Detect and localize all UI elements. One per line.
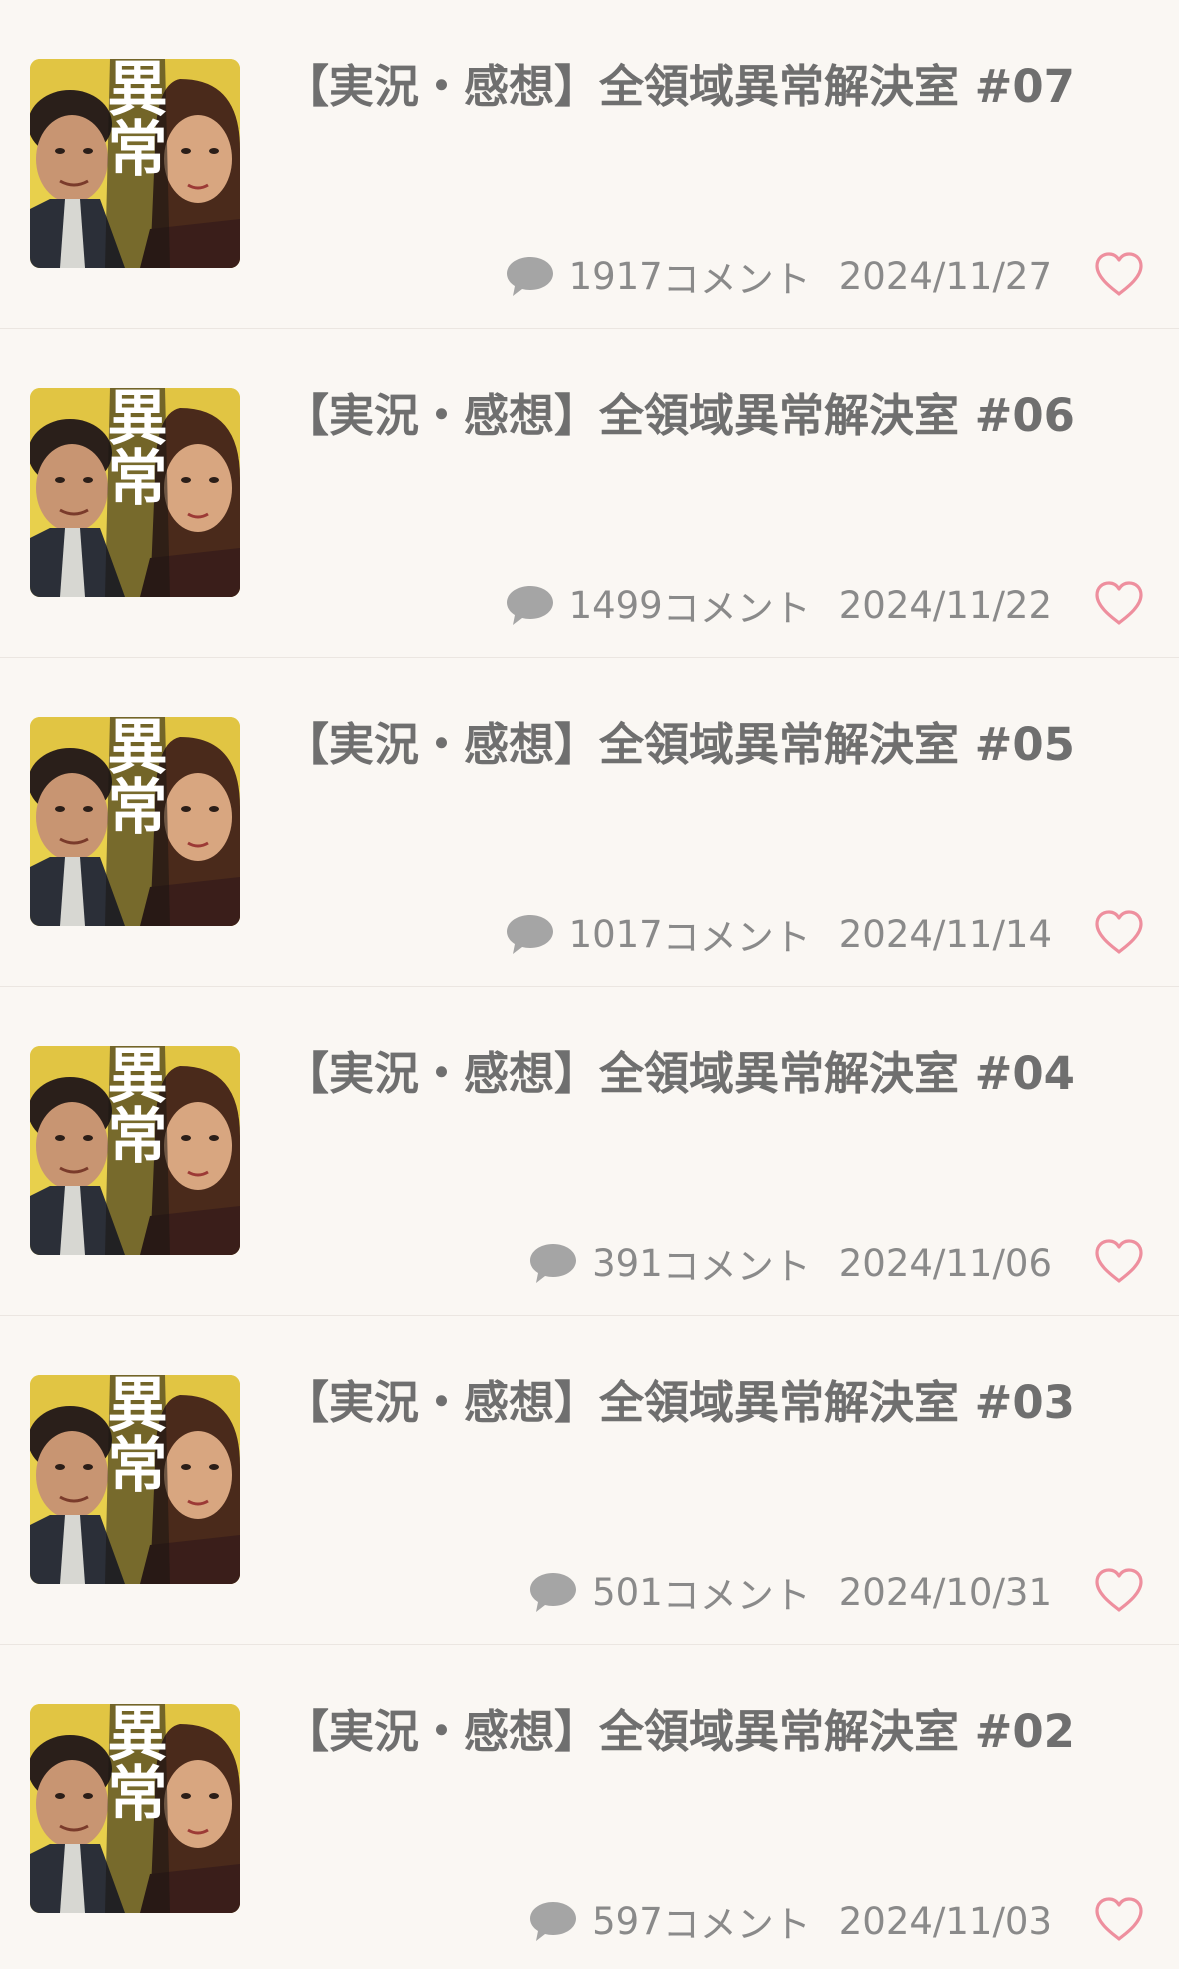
thread-row[interactable]: 異常 【実況・感想】全領域異常解決室 #07 1917 コメント 2024/11… <box>0 0 1179 329</box>
thumbnail-title-text: 異常 <box>97 59 167 177</box>
comment-count: 391 <box>592 1241 663 1285</box>
heart-outline-icon[interactable] <box>1093 579 1145 627</box>
thread-list: 異常 【実況・感想】全領域異常解決室 #07 1917 コメント 2024/11… <box>0 0 1179 1969</box>
comment-count: 1917 <box>568 254 663 298</box>
thread-meta: 1917 コメント 2024/11/27 <box>505 250 1052 302</box>
thread-row[interactable]: 異常 【実況・感想】全領域異常解決室 #04 391 コメント 2024/11/… <box>0 987 1179 1316</box>
speech-bubble-icon <box>505 583 555 627</box>
comment-count: 501 <box>592 1570 663 1614</box>
thread-thumbnail: 異常 <box>30 59 240 268</box>
comment-unit-label: コメント <box>662 587 811 630</box>
thread-meta: 1499 コメント 2024/11/22 <box>505 579 1052 631</box>
speech-bubble-icon <box>528 1899 578 1943</box>
thread-thumbnail: 異常 <box>30 1375 240 1584</box>
thread-meta: 501 コメント 2024/10/31 <box>528 1566 1052 1618</box>
thread-title[interactable]: 【実況・感想】全領域異常解決室 #06 <box>284 379 1075 444</box>
thread-thumbnail: 異常 <box>30 717 240 926</box>
thread-title[interactable]: 【実況・感想】全領域異常解決室 #02 <box>284 1695 1075 1760</box>
thread-title[interactable]: 【実況・感想】全領域異常解決室 #04 <box>284 1037 1075 1102</box>
thumbnail-title-text: 異常 <box>97 1046 167 1164</box>
post-date: 2024/11/06 <box>838 1241 1052 1285</box>
thread-row[interactable]: 異常 【実況・感想】全領域異常解決室 #03 501 コメント 2024/10/… <box>0 1316 1179 1645</box>
heart-outline-icon[interactable] <box>1093 1237 1145 1285</box>
thread-row[interactable]: 異常 【実況・感想】全領域異常解決室 #06 1499 コメント 2024/11… <box>0 329 1179 658</box>
speech-bubble-icon <box>528 1241 578 1285</box>
comment-unit-label: コメント <box>662 1245 811 1288</box>
post-date: 2024/11/27 <box>838 254 1052 298</box>
comment-count: 1017 <box>568 912 663 956</box>
post-date: 2024/10/31 <box>838 1570 1052 1614</box>
thread-thumbnail: 異常 <box>30 1046 240 1255</box>
thread-row[interactable]: 異常 【実況・感想】全領域異常解決室 #02 597 コメント 2024/11/… <box>0 1645 1179 1969</box>
thread-title[interactable]: 【実況・感想】全領域異常解決室 #07 <box>284 50 1075 115</box>
thread-thumbnail: 異常 <box>30 388 240 597</box>
comment-unit-label: コメント <box>662 1574 811 1617</box>
post-date: 2024/11/03 <box>838 1899 1052 1943</box>
thread-meta: 391 コメント 2024/11/06 <box>528 1237 1052 1289</box>
comment-unit-label: コメント <box>662 1903 811 1946</box>
thumbnail-title-text: 異常 <box>97 717 167 835</box>
thread-meta: 597 コメント 2024/11/03 <box>528 1895 1052 1947</box>
comment-unit-label: コメント <box>662 258 811 301</box>
thread-meta: 1017 コメント 2024/11/14 <box>505 908 1052 960</box>
thumbnail-title-text: 異常 <box>97 1375 167 1493</box>
comment-unit-label: コメント <box>662 916 811 959</box>
thumbnail-title-text: 異常 <box>97 388 167 506</box>
thread-row[interactable]: 異常 【実況・感想】全領域異常解決室 #05 1017 コメント 2024/11… <box>0 658 1179 987</box>
thumbnail-title-text: 異常 <box>97 1704 167 1822</box>
comment-count: 1499 <box>568 583 663 627</box>
thread-thumbnail: 異常 <box>30 1704 240 1913</box>
post-date: 2024/11/14 <box>838 912 1052 956</box>
speech-bubble-icon <box>528 1570 578 1614</box>
post-date: 2024/11/22 <box>838 583 1052 627</box>
thread-title[interactable]: 【実況・感想】全領域異常解決室 #03 <box>284 1366 1075 1431</box>
thread-title[interactable]: 【実況・感想】全領域異常解決室 #05 <box>284 708 1075 773</box>
speech-bubble-icon <box>505 254 555 298</box>
heart-outline-icon[interactable] <box>1093 908 1145 956</box>
comment-count: 597 <box>592 1899 663 1943</box>
speech-bubble-icon <box>505 912 555 956</box>
heart-outline-icon[interactable] <box>1093 250 1145 298</box>
heart-outline-icon[interactable] <box>1093 1895 1145 1943</box>
heart-outline-icon[interactable] <box>1093 1566 1145 1614</box>
